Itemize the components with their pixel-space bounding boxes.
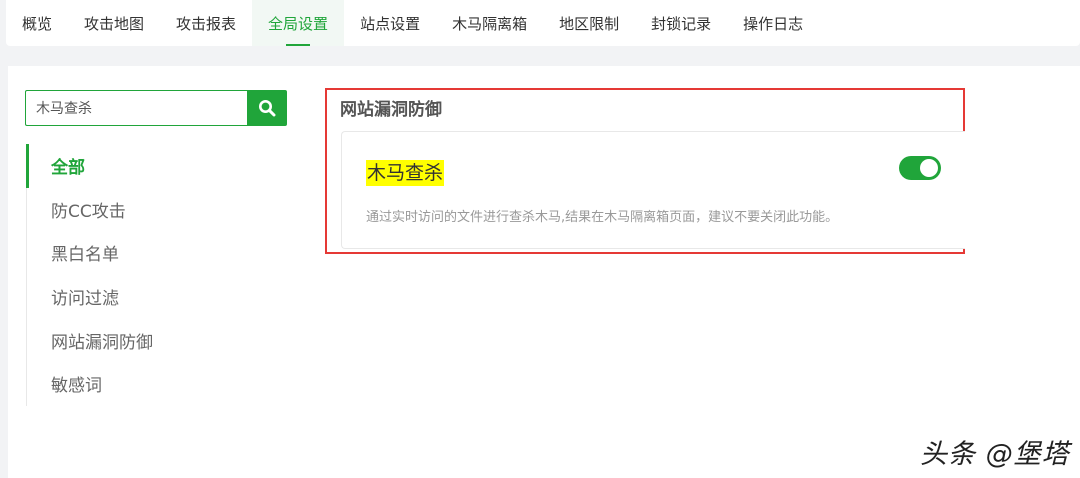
sidebar-item-access-filter[interactable]: 访问过滤 (27, 275, 226, 319)
search-box (25, 90, 287, 126)
sidebar-item-sensitive-words[interactable]: 敏感词 (27, 362, 226, 406)
watermark: 头条 @堡塔 (920, 439, 1070, 470)
card-description: 通过实时访问的文件进行查杀木马,结果在木马隔离箱页面，建议不要关闭此功能。 (366, 210, 839, 225)
top-nav: 概览 攻击地图 攻击报表 全局设置 站点设置 木马隔离箱 地区限制 封锁记录 操… (6, 0, 1080, 46)
vulnerability-defense-section: 网站漏洞防御 木马查杀 通过实时访问的文件进行查杀木马,结果在木马隔离箱页面，建… (325, 88, 965, 254)
sidebar-item-black-white-list[interactable]: 黑白名单 (27, 231, 226, 275)
tab-global-settings[interactable]: 全局设置 (252, 0, 345, 46)
search-input[interactable] (25, 90, 247, 126)
tab-trojan-quarantine[interactable]: 木马隔离箱 (436, 0, 543, 46)
trojan-scan-toggle[interactable] (899, 156, 941, 180)
tab-block-records[interactable]: 封锁记录 (635, 0, 727, 46)
sidebar-item-all[interactable]: 全部 (26, 144, 226, 188)
tab-attack-report[interactable]: 攻击报表 (160, 0, 252, 46)
tab-attack-map[interactable]: 攻击地图 (68, 0, 160, 46)
sidebar-item-anti-cc[interactable]: 防CC攻击 (27, 188, 226, 232)
search-icon (259, 100, 276, 117)
trojan-scan-card: 木马查杀 通过实时访问的文件进行查杀木马,结果在木马隔离箱页面，建议不要关闭此功… (341, 131, 965, 249)
tab-site-settings[interactable]: 站点设置 (344, 0, 436, 46)
main-panel: 全部 防CC攻击 黑白名单 访问过滤 网站漏洞防御 敏感词 网站漏洞防御 木马查… (8, 66, 1080, 478)
sidebar-item-vulnerability-defense[interactable]: 网站漏洞防御 (27, 318, 226, 362)
tab-region-restriction[interactable]: 地区限制 (543, 0, 635, 46)
side-menu: 全部 防CC攻击 黑白名单 访问过滤 网站漏洞防御 敏感词 (26, 144, 226, 406)
tab-overview[interactable]: 概览 (6, 0, 68, 46)
tab-operation-log[interactable]: 操作日志 (727, 0, 819, 46)
toggle-knob (920, 159, 938, 177)
search-button[interactable] (247, 90, 287, 126)
card-title: 木马查杀 (366, 160, 445, 186)
section-title: 网站漏洞防御 (340, 100, 442, 120)
